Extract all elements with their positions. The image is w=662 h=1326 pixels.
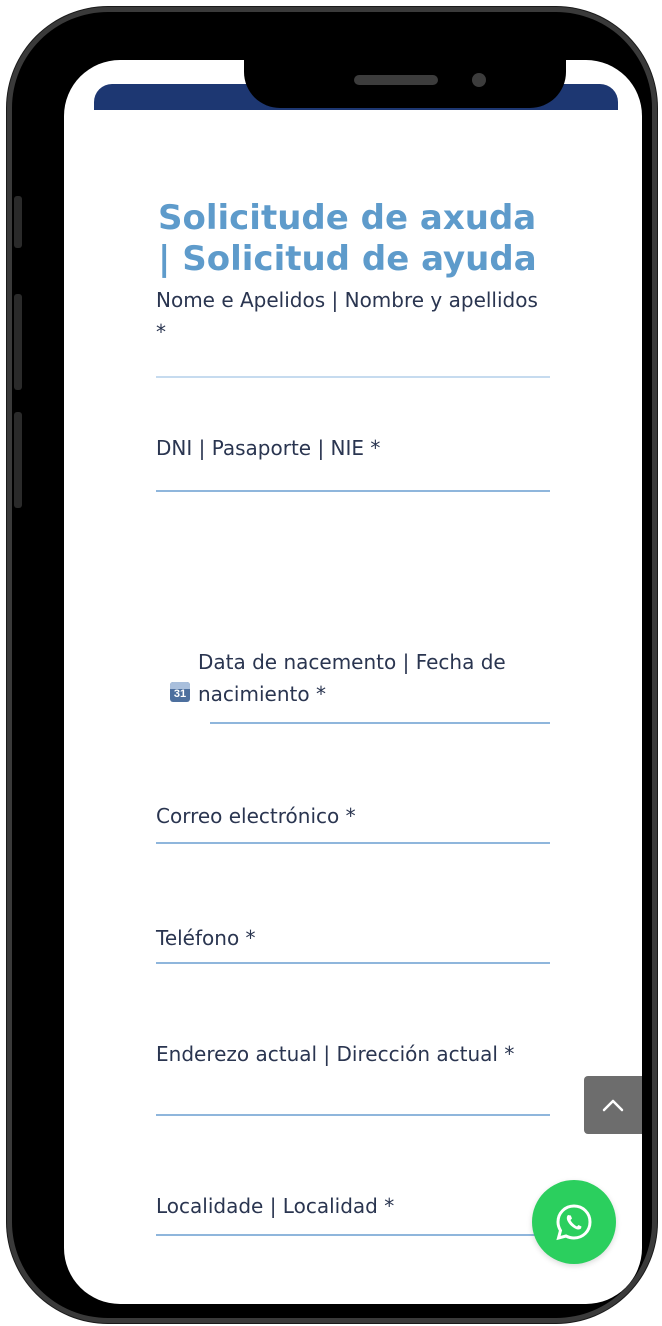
phone-notch bbox=[244, 60, 566, 108]
form-title: Solicitude de axuda | Solicitud de ayuda bbox=[158, 198, 537, 279]
name-field-label: Nome e Apelidos | Nombre y apellidos * bbox=[156, 288, 538, 344]
phone-field[interactable]: Teléfono * bbox=[156, 922, 550, 964]
dni-field[interactable]: DNI | Pasaporte | NIE * bbox=[156, 432, 550, 492]
birthdate-field[interactable]: 31 Data de nacemento | Fecha de nacimien… bbox=[156, 646, 550, 724]
email-field-underline bbox=[156, 842, 550, 844]
phone-field-underline bbox=[156, 962, 550, 964]
email-field-label: Correo electrónico * bbox=[156, 804, 356, 828]
speaker-grille bbox=[354, 75, 438, 85]
name-field-underline bbox=[156, 376, 550, 378]
dni-field-label: DNI | Pasaporte | NIE * bbox=[156, 436, 381, 460]
volume-down-button bbox=[14, 412, 22, 508]
scroll-to-top-button[interactable] bbox=[584, 1076, 642, 1134]
dni-field-underline bbox=[156, 490, 550, 492]
phone-screen: Solicitude de axuda | Solicitud de ayuda… bbox=[64, 60, 642, 1304]
phone-field-label: Teléfono * bbox=[156, 926, 256, 950]
address-field-label: Enderezo actual | Dirección actual * bbox=[156, 1042, 515, 1066]
address-field-underline bbox=[156, 1114, 550, 1116]
birthdate-field-underline bbox=[210, 722, 550, 724]
camera-icon bbox=[472, 73, 486, 87]
whatsapp-button[interactable] bbox=[532, 1180, 616, 1264]
name-field[interactable]: Nome e Apelidos | Nombre y apellidos * bbox=[156, 284, 550, 378]
chevron-up-icon bbox=[602, 1099, 624, 1112]
whatsapp-icon bbox=[556, 1204, 592, 1241]
address-field[interactable]: Enderezo actual | Dirección actual * bbox=[156, 1038, 550, 1116]
mute-switch bbox=[14, 196, 22, 248]
birthdate-field-label: Data de nacemento | Fecha de nacimiento … bbox=[198, 650, 506, 706]
volume-up-button bbox=[14, 294, 22, 390]
phone-frame: Solicitude de axuda | Solicitud de ayuda… bbox=[12, 12, 652, 1318]
locality-field-label: Localidade | Localidad * bbox=[156, 1194, 395, 1218]
locality-field-underline bbox=[156, 1234, 550, 1236]
calendar-icon[interactable]: 31 bbox=[170, 682, 190, 702]
locality-field[interactable]: Localidade | Localidad * bbox=[156, 1190, 550, 1236]
email-field[interactable]: Correo electrónico * bbox=[156, 800, 550, 844]
